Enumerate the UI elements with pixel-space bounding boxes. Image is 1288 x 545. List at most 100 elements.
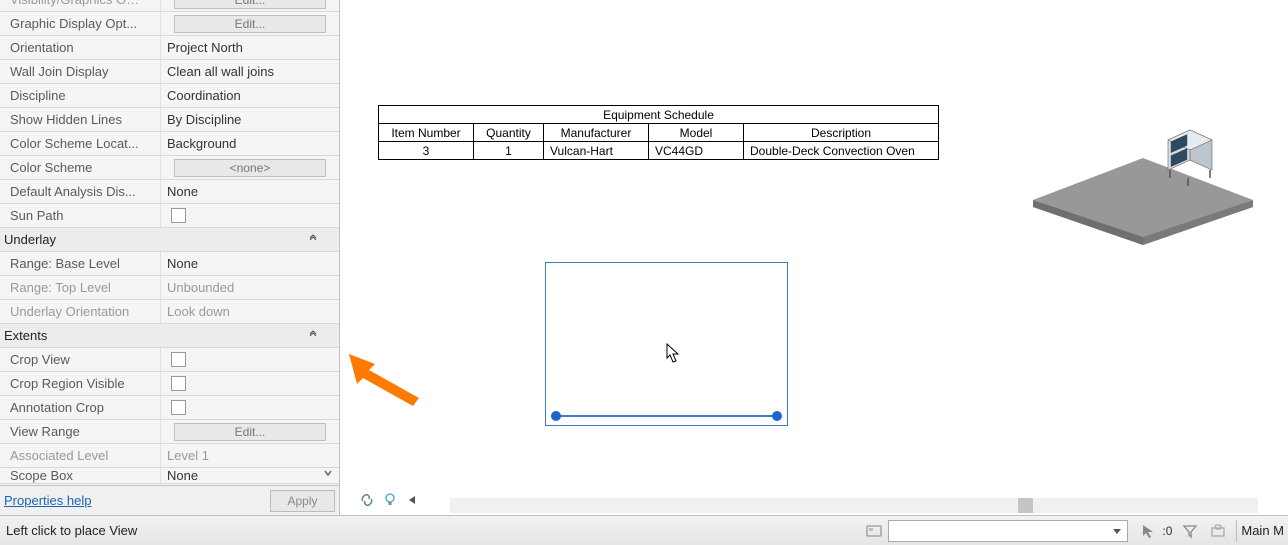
prop-value[interactable] bbox=[160, 204, 339, 227]
color-scheme-button[interactable]: <none> bbox=[174, 159, 325, 177]
cursor-icon bbox=[666, 343, 682, 365]
prop-row-sun-path[interactable]: Sun Path bbox=[0, 204, 339, 228]
prop-value[interactable]: None bbox=[160, 468, 339, 483]
link-icon[interactable] bbox=[360, 493, 374, 510]
prop-row-color-scheme-loc[interactable]: Color Scheme Locat... Background bbox=[0, 132, 339, 156]
prop-label: Default Analysis Dis... bbox=[0, 180, 160, 203]
prop-label: Discipline bbox=[0, 84, 160, 107]
handle-left[interactable] bbox=[551, 411, 561, 421]
status-bar: Left click to place View :0 Main M bbox=[0, 515, 1288, 545]
prop-label: Scope Box bbox=[0, 468, 160, 483]
prop-row-view-range[interactable]: View Range Edit... bbox=[0, 420, 339, 444]
prop-label: Orientation bbox=[0, 36, 160, 59]
group-header-extents[interactable]: Extents bbox=[0, 324, 339, 348]
filter-icon[interactable] bbox=[1179, 520, 1201, 542]
group-label: Underlay bbox=[4, 232, 56, 247]
prop-row-range-base[interactable]: Range: Base Level None bbox=[0, 252, 339, 276]
workset-icon[interactable] bbox=[863, 520, 885, 542]
prop-row-graphic-display[interactable]: Graphic Display Opt... Edit... bbox=[0, 12, 339, 36]
checkbox[interactable] bbox=[171, 400, 186, 415]
prop-value[interactable]: Edit... bbox=[160, 420, 339, 443]
bulb-icon[interactable] bbox=[384, 493, 396, 510]
prop-row-hidden-lines[interactable]: Show Hidden Lines By Discipline bbox=[0, 108, 339, 132]
prop-label: Color Scheme Locat... bbox=[0, 132, 160, 155]
edit-button[interactable]: Edit... bbox=[174, 423, 325, 441]
prop-row-discipline[interactable]: Discipline Coordination bbox=[0, 84, 339, 108]
apply-button[interactable]: Apply bbox=[270, 490, 335, 512]
prop-row-wall-join[interactable]: Wall Join Display Clean all wall joins bbox=[0, 60, 339, 84]
select-icon[interactable] bbox=[1137, 520, 1159, 542]
cell-desc: Double-Deck Convection Oven bbox=[744, 142, 939, 160]
prop-value[interactable]: Background bbox=[160, 132, 339, 155]
prop-label: Sun Path bbox=[0, 204, 160, 227]
section-line bbox=[556, 415, 777, 417]
properties-help-link[interactable]: Properties help bbox=[4, 493, 91, 508]
prop-label: Range: Base Level bbox=[0, 252, 160, 275]
prop-value[interactable]: None bbox=[160, 252, 339, 275]
col-manufacturer: Manufacturer bbox=[544, 124, 649, 142]
prop-row-associated-level[interactable]: Associated Level Level 1 bbox=[0, 444, 339, 468]
properties-footer: Properties help Apply bbox=[0, 485, 339, 515]
col-item-number: Item Number bbox=[379, 124, 474, 142]
col-model: Model bbox=[649, 124, 744, 142]
workset-dropdown[interactable] bbox=[888, 520, 1128, 542]
prop-value[interactable]: Edit... bbox=[160, 0, 339, 11]
prop-row-crop-region[interactable]: Crop Region Visible bbox=[0, 372, 339, 396]
group-header-underlay[interactable]: Underlay bbox=[0, 228, 339, 252]
prop-value[interactable]: Edit... bbox=[160, 12, 339, 35]
prop-value[interactable]: Unbounded bbox=[160, 276, 339, 299]
checkbox[interactable] bbox=[171, 208, 186, 223]
prop-value[interactable] bbox=[160, 348, 339, 371]
prop-label: Underlay Orientation bbox=[0, 300, 160, 323]
edit-button[interactable]: Edit... bbox=[174, 15, 325, 33]
prop-row-crop-view[interactable]: Crop View bbox=[0, 348, 339, 372]
prop-row-annotation-crop[interactable]: Annotation Crop bbox=[0, 396, 339, 420]
prop-label: Color Scheme bbox=[0, 156, 160, 179]
cell-qty: 1 bbox=[474, 142, 544, 160]
prop-value[interactable]: Project North bbox=[160, 36, 339, 59]
collapse-icon[interactable] bbox=[307, 232, 319, 244]
properties-list: Visibility/Graphics O… Edit... Graphic D… bbox=[0, 0, 339, 485]
prop-label: Crop Region Visible bbox=[0, 372, 160, 395]
prop-row-range-top[interactable]: Range: Top Level Unbounded bbox=[0, 276, 339, 300]
prop-value[interactable] bbox=[160, 396, 339, 419]
status-message: Left click to place View bbox=[0, 523, 137, 538]
prop-label: View Range bbox=[0, 420, 160, 443]
prop-value[interactable]: Look down bbox=[160, 300, 339, 323]
prop-row-underlay-orient[interactable]: Underlay Orientation Look down bbox=[0, 300, 339, 324]
prop-row-visibility-graphics[interactable]: Visibility/Graphics O… Edit... bbox=[0, 0, 339, 12]
prop-label: Crop View bbox=[0, 348, 160, 371]
edit-button[interactable]: Edit... bbox=[174, 0, 325, 9]
group-label: Extents bbox=[4, 328, 47, 343]
canvas-mini-toolbar bbox=[360, 489, 418, 513]
editable-only-icon[interactable] bbox=[1207, 520, 1229, 542]
equipment-schedule-table: Equipment Schedule Item Number Quantity … bbox=[378, 105, 939, 160]
handle-right[interactable] bbox=[772, 411, 782, 421]
prop-label: Show Hidden Lines bbox=[0, 108, 160, 131]
scrollbar-thumb[interactable] bbox=[1018, 498, 1033, 513]
horizontal-scrollbar[interactable] bbox=[450, 498, 1258, 513]
prop-row-orientation[interactable]: Orientation Project North bbox=[0, 36, 339, 60]
prop-label: Visibility/Graphics O… bbox=[0, 0, 160, 11]
collapse-icon[interactable] bbox=[307, 328, 319, 340]
scroll-down-icon[interactable] bbox=[321, 466, 335, 480]
prop-value[interactable]: By Discipline bbox=[160, 108, 339, 131]
prop-value[interactable]: Clean all wall joins bbox=[160, 60, 339, 83]
prop-row-color-scheme[interactable]: Color Scheme <none> bbox=[0, 156, 339, 180]
rewind-icon[interactable] bbox=[406, 494, 418, 509]
prop-row-scope-box[interactable]: Scope Box None bbox=[0, 468, 339, 484]
prop-value[interactable]: Coordination bbox=[160, 84, 339, 107]
prop-row-analysis-display[interactable]: Default Analysis Dis... None bbox=[0, 180, 339, 204]
prop-value[interactable]: <none> bbox=[160, 156, 339, 179]
drawing-canvas[interactable]: Equipment Schedule Item Number Quantity … bbox=[340, 0, 1288, 490]
prop-value[interactable] bbox=[160, 372, 339, 395]
prop-label: Graphic Display Opt... bbox=[0, 12, 160, 35]
checkbox[interactable] bbox=[171, 376, 186, 391]
prop-value[interactable]: None bbox=[160, 180, 339, 203]
iso-3d-preview bbox=[1023, 95, 1263, 245]
prop-value[interactable]: Level 1 bbox=[160, 444, 339, 467]
checkbox[interactable] bbox=[171, 352, 186, 367]
prop-label: Range: Top Level bbox=[0, 276, 160, 299]
properties-panel: Visibility/Graphics O… Edit... Graphic D… bbox=[0, 0, 340, 515]
col-description: Description bbox=[744, 124, 939, 142]
